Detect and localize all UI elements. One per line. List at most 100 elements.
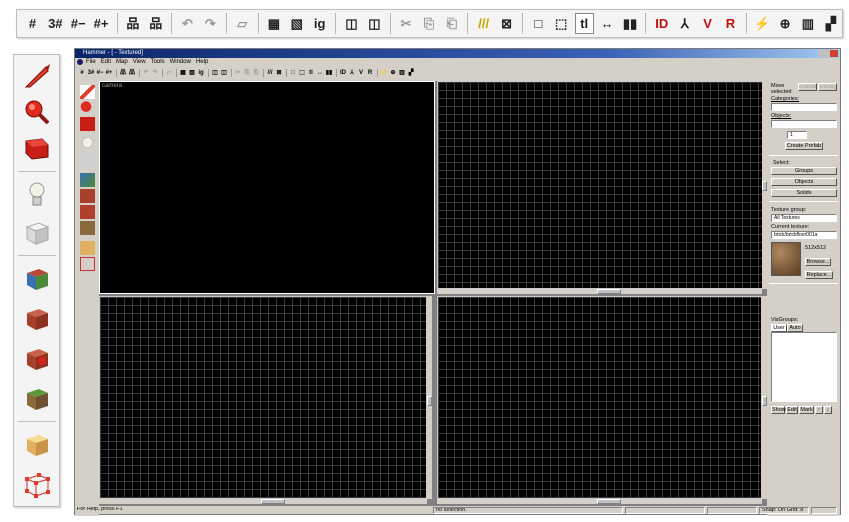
camera-tool-icon[interactable] [19, 131, 55, 165]
front-viewport-hscroll[interactable] [99, 499, 427, 504]
texture-lock-small-icon[interactable]: ◫ [211, 69, 219, 77]
align-small-icon[interactable]: ↔ [316, 69, 324, 77]
apply-decals-button[interactable] [80, 205, 95, 219]
skew-small-icon[interactable]: ▮▮ [325, 69, 333, 77]
magnify-tool-icon[interactable] [19, 95, 55, 129]
edit-button[interactable]: Edit [786, 406, 798, 414]
objects-button[interactable]: Objects [771, 178, 837, 186]
browse-button[interactable]: Browse... [805, 258, 831, 266]
objects-spinner[interactable]: 1 [787, 131, 807, 139]
handles-icon[interactable]: □ [529, 13, 548, 34]
edit-cordon-small-icon[interactable]: ⊠ [275, 69, 283, 77]
menu-map[interactable]: Map [116, 58, 128, 67]
apply-texture-button[interactable] [80, 189, 95, 203]
top-viewport[interactable] [437, 81, 767, 289]
copy-icon[interactable]: ⎘ [420, 13, 439, 34]
group-icon[interactable]: 品 [146, 13, 165, 34]
edit-cordon-icon[interactable]: ⊠ [497, 13, 516, 34]
flip-icon[interactable]: ▱ [233, 13, 252, 34]
show-ids-icon[interactable]: ID [652, 13, 671, 34]
entity-tool-icon[interactable] [19, 177, 55, 211]
run-map-small-icon[interactable]: ⅄ [348, 69, 356, 77]
group-small-icon[interactable]: 品 [128, 69, 136, 77]
tab-user[interactable]: User [771, 324, 787, 332]
texture-group-select[interactable]: All Textures [771, 214, 837, 222]
top-viewport-hscroll[interactable] [437, 289, 762, 294]
model-small-icon[interactable]: ▥ [398, 69, 406, 77]
show-ids-small-icon[interactable]: ID [339, 69, 347, 77]
larger-grid-icon[interactable]: #+ [92, 13, 111, 34]
toggle-group-ignore-icon[interactable]: ▦ [265, 13, 284, 34]
menu-window[interactable]: Window [170, 58, 191, 67]
apply-overlays-icon[interactable] [19, 381, 55, 415]
objects-select[interactable] [771, 120, 837, 128]
groups-button[interactable]: Groups [771, 167, 837, 175]
entity-report-icon[interactable]: ⚡ [753, 13, 772, 34]
selection-tool-icon[interactable] [19, 59, 55, 93]
model-icon[interactable]: ▥ [799, 13, 818, 34]
front-viewport[interactable] [99, 296, 427, 499]
replace-button[interactable]: Replace... [805, 271, 833, 279]
align-icon[interactable]: ↔ [598, 13, 617, 34]
visgroups-list[interactable] [771, 332, 837, 402]
side-viewport[interactable] [437, 296, 762, 499]
front-viewport-vscroll[interactable] [427, 296, 432, 499]
smaller-grid-icon[interactable]: #− [69, 13, 88, 34]
magnify-tool-button[interactable] [80, 101, 95, 115]
wireframe-small-icon[interactable]: ▞ [407, 69, 415, 77]
mark-button[interactable]: Mark [799, 406, 814, 414]
texture-preview[interactable] [771, 242, 801, 276]
side-viewport-hscroll[interactable] [437, 499, 762, 504]
camera-viewport[interactable]: camera [99, 81, 435, 294]
toggle-texture-application-icon[interactable] [19, 261, 55, 295]
ignore-groups-icon[interactable]: ig [310, 13, 329, 34]
redo-icon[interactable]: ↷ [201, 13, 220, 34]
ignore-groups-small-icon[interactable]: ig [197, 69, 205, 77]
paste-small-icon[interactable]: ⎗ [252, 69, 260, 77]
map-info-small-icon[interactable]: R [366, 69, 374, 77]
flip-small-icon[interactable]: ▱ [165, 69, 173, 77]
texture-lock-icon[interactable]: ◫ [342, 13, 361, 34]
menu-edit[interactable]: Edit [101, 58, 111, 67]
texture-lock-t-small-icon[interactable]: tl [307, 69, 315, 77]
toggle-cordon-icon[interactable]: /// [474, 13, 493, 34]
window-title-bar[interactable]: Hammer - [ - Textured] [75, 49, 840, 58]
tab-auto[interactable]: Auto [787, 324, 803, 332]
menu-tools[interactable]: Tools [151, 58, 165, 67]
cut-icon[interactable]: ✂ [397, 13, 416, 34]
selection-handles-icon[interactable]: ⬚ [552, 13, 571, 34]
check-problems-icon[interactable]: ⊕ [776, 13, 795, 34]
menu-file[interactable]: File [86, 58, 96, 67]
create-prefab-button[interactable]: Create Prefab [785, 142, 823, 150]
hide-items-icon[interactable]: ▧ [287, 13, 306, 34]
to-entity-button[interactable]: to Entity [818, 83, 837, 91]
apply-current-texture-icon[interactable] [19, 301, 55, 335]
close-icon[interactable] [830, 50, 838, 57]
3d-grid-icon[interactable]: 3# [46, 13, 65, 34]
grid-toggle-icon[interactable]: # [23, 13, 42, 34]
texture-scale-lock-small-icon[interactable]: ◫ [220, 69, 228, 77]
entity-tool-button[interactable] [80, 137, 95, 151]
selection-handles-small-icon[interactable]: ⬚ [298, 69, 306, 77]
copy-small-icon[interactable]: ⎘ [243, 69, 251, 77]
apply-overlays-button[interactable] [80, 221, 95, 235]
map-info-icon[interactable]: R [721, 13, 740, 34]
toggle-cordon-small-icon[interactable]: /// [266, 69, 274, 77]
texture-lock-t-icon[interactable]: tl [574, 13, 594, 34]
carve-small-icon[interactable]: 品 [119, 69, 127, 77]
grid-toggle-small-icon[interactable]: # [78, 69, 86, 77]
hide-items-small-icon[interactable]: ▧ [188, 69, 196, 77]
vis-icon[interactable]: V [698, 13, 717, 34]
undo-small-icon[interactable]: ↶ [142, 69, 150, 77]
current-texture-select[interactable]: brick/brickfloor001a [771, 231, 837, 239]
carve-icon[interactable]: 品 [123, 13, 142, 34]
vis-small-icon[interactable]: V [357, 69, 365, 77]
wireframe-icon[interactable]: ▞ [821, 13, 840, 34]
menu-help[interactable]: Help [196, 58, 208, 67]
clipping-tool-button[interactable] [80, 241, 95, 255]
run-map-icon[interactable]: ⅄ [675, 13, 694, 34]
block-tool-button[interactable] [80, 153, 95, 167]
3d-grid-small-icon[interactable]: 3# [87, 69, 95, 77]
larger-grid-small-icon[interactable]: #+ [105, 69, 113, 77]
check-problems-small-icon[interactable]: ⊕ [389, 69, 397, 77]
